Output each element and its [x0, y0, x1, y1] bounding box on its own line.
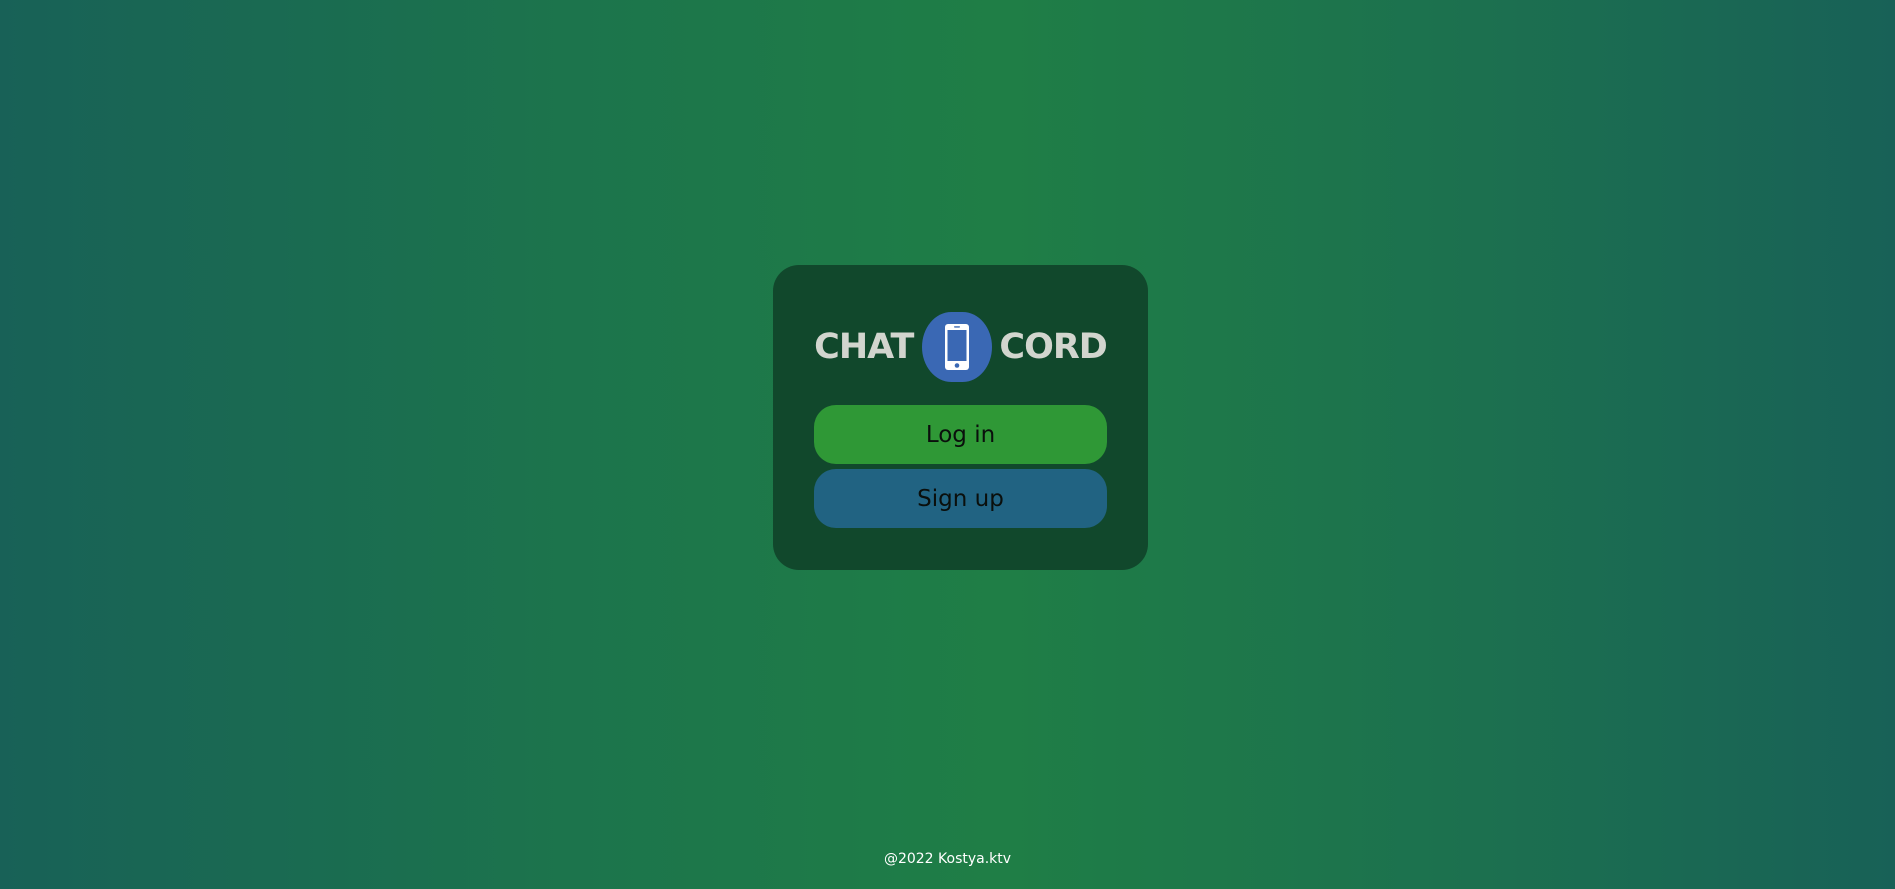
smartphone-icon [945, 324, 970, 370]
brand-logo: CHAT CORD [773, 312, 1148, 382]
brand-word-left: CHAT [814, 326, 914, 367]
brand-word-right: CORD [999, 326, 1107, 367]
auth-card: CHAT CORD Log in Sign up [773, 265, 1148, 570]
signup-button[interactable]: Sign up [814, 469, 1107, 528]
login-button[interactable]: Log in [814, 405, 1107, 464]
logo-badge [922, 312, 993, 382]
footer-copyright: @2022 Kostya.ktv [883, 851, 1012, 867]
